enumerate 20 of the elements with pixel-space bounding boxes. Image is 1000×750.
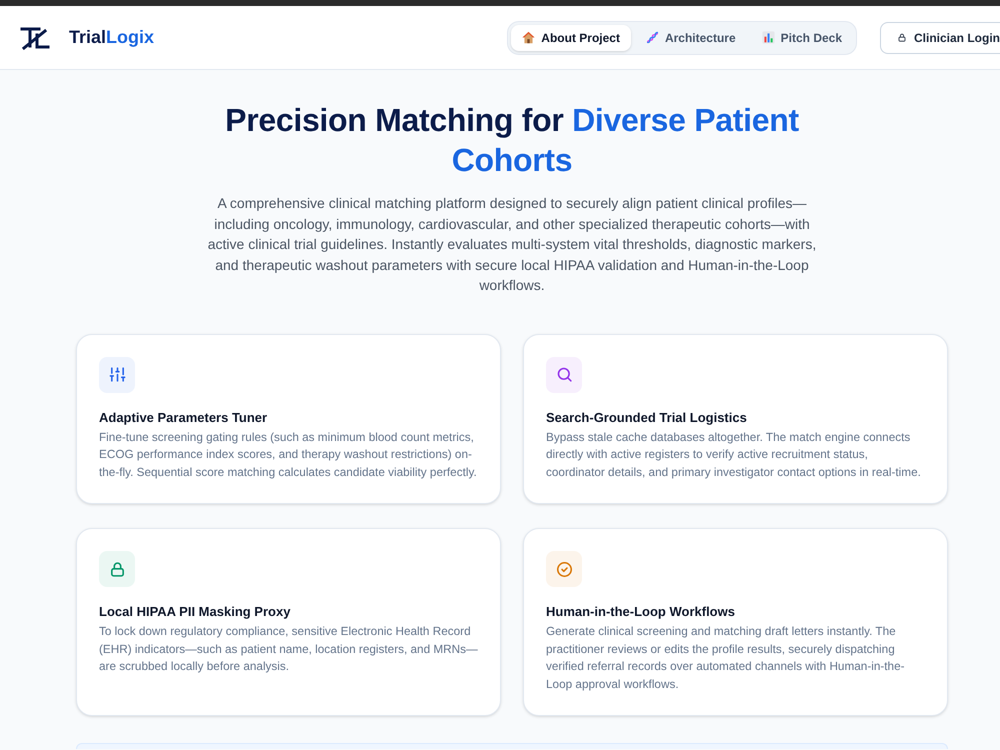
nav-tab[interactable]: Architecture [634, 24, 747, 50]
feature-title: Human-in-the-Loop Workflows [546, 603, 735, 620]
dna-icon [646, 31, 659, 44]
hero-title: Precision Matching for Diverse Patient Cohorts [224, 101, 800, 180]
nav-tab[interactable]: Pitch Deck [750, 24, 853, 50]
bar-chart-icon [762, 31, 775, 44]
feature-description: Fine-tune screening gating rules (such as minimum blood count metrics, ECOG performance index scores, and therapy washout restrictions) on-the-fly. Sequential score matching calculates candidate viability perfectly. [99, 430, 478, 480]
nav-tab[interactable]: About Project [511, 24, 631, 50]
house-icon [522, 31, 536, 44]
feature-description: Generate clinical screening and matching draft letters instantly. The practitioner reviews or edits the profile results, securely dispatching verified referral records over automated channels with Human-in-the-Loop approval workflows. [546, 624, 906, 692]
lock-icon [898, 31, 906, 44]
login-button[interactable]: Clinician Login [880, 22, 1000, 54]
feature-title: Search-Grounded Trial Logistics [546, 408, 747, 426]
feature-title: Adaptive Parameters Tuner [99, 408, 268, 426]
feature-description: To lock down regulatory compliance, sensitive Electronic Health Record (EHR) indicators—such as patient name, location registers, and MRNs—are scrubbed locally before analysis. [99, 624, 478, 675]
logo-icon [20, 26, 50, 50]
brand-name: TrialLogix [69, 26, 154, 49]
hero-description: A comprehensive clinical matching platform designed to securely align patient clinical profiles—including oncology, immunology, cardiovascular, and other specialized therapeutic cohorts—with active clinical trial guidelines. Instantly evaluates multi-system vital thresholds, diagnostic markers, and therapeutic washout parameters with secure local HIPAA validation and Human-in-the-Loop workflows. [206, 194, 818, 295]
feature-description: Bypass stale cache databases altogether. The match engine connects directly with active registers to verify active recruitment status, coordinator details, and primary investigator contact options in real-time. [546, 430, 922, 480]
feature-title: Local HIPAA PII Masking Proxy [99, 603, 290, 620]
